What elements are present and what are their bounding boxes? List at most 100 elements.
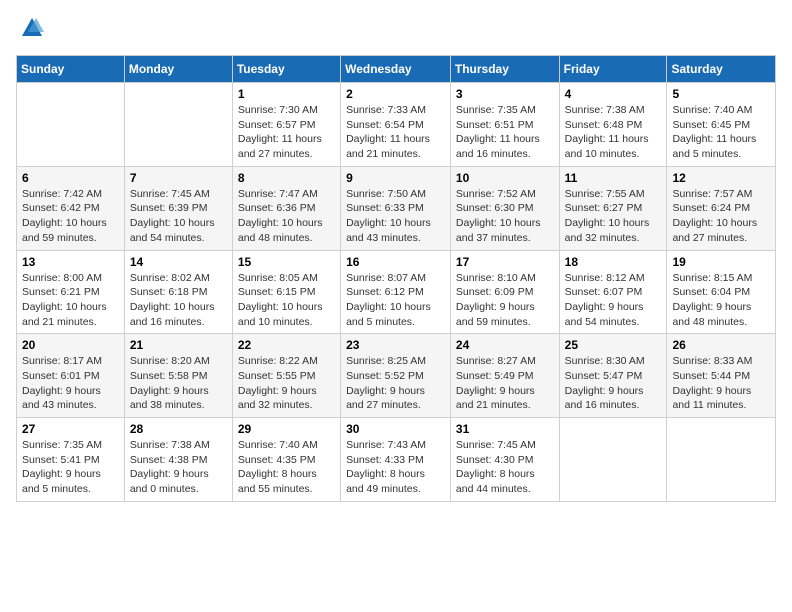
week-row-3: 13 Sunrise: 8:00 AM Sunset: 6:21 PM Dayli… (17, 250, 776, 334)
day-details: Sunrise: 8:00 AM Sunset: 6:21 PM Dayligh… (22, 271, 119, 330)
day-details: Sunrise: 8:07 AM Sunset: 6:12 PM Dayligh… (346, 271, 445, 330)
calendar-cell: 19Sunrise: 8:15 AM Sunset: 6:04 PM Dayli… (667, 250, 776, 334)
calendar-cell: 21 Sunrise: 8:20 AM Sunset: 5:58 PM Dayli… (124, 334, 232, 418)
day-number: 22 (238, 338, 335, 352)
calendar-cell: 17 Sunrise: 8:10 AM Sunset: 6:09 PM Dayli… (450, 250, 559, 334)
day-number: 5 (672, 87, 770, 101)
calendar-cell: 29 Sunrise: 7:40 AM Sunset: 4:35 PM Dayli… (232, 418, 340, 502)
logo-icon (20, 16, 44, 45)
day-details: Sunrise: 7:50 AM Sunset: 6:33 PM Dayligh… (346, 187, 445, 246)
calendar-cell: 10Sunrise: 7:52 AM Sunset: 6:30 PM Dayli… (450, 166, 559, 250)
day-details: Sunrise: 8:02 AM Sunset: 6:18 PM Dayligh… (130, 271, 227, 330)
day-number: 18 (565, 255, 662, 269)
day-details: Sunrise: 7:52 AM Sunset: 6:30 PM Dayligh… (456, 187, 554, 246)
day-details: Sunrise: 7:57 AM Sunset: 6:24 PM Dayligh… (672, 187, 770, 246)
day-number: 26 (672, 338, 770, 352)
day-details: Sunrise: 7:38 AM Sunset: 4:38 PM Dayligh… (130, 438, 227, 497)
day-details: Sunrise: 7:38 AM Sunset: 6:48 PM Dayligh… (565, 103, 662, 162)
week-row-4: 20Sunrise: 8:17 AM Sunset: 6:01 PM Dayli… (17, 334, 776, 418)
day-details: Sunrise: 8:12 AM Sunset: 6:07 PM Dayligh… (565, 271, 662, 330)
calendar-header: SundayMondayTuesdayWednesdayThursdayFrid… (17, 56, 776, 83)
calendar-cell (17, 83, 125, 167)
day-number: 31 (456, 422, 554, 436)
header-day-sunday: Sunday (17, 56, 125, 83)
day-number: 13 (22, 255, 119, 269)
day-details: Sunrise: 7:40 AM Sunset: 4:35 PM Dayligh… (238, 438, 335, 497)
week-row-5: 27 Sunrise: 7:35 AM Sunset: 5:41 PM Dayli… (17, 418, 776, 502)
day-number: 17 (456, 255, 554, 269)
header-day-tuesday: Tuesday (232, 56, 340, 83)
page-header (16, 16, 776, 45)
day-number: 29 (238, 422, 335, 436)
day-details: Sunrise: 7:45 AM Sunset: 4:30 PM Dayligh… (456, 438, 554, 497)
day-details: Sunrise: 7:40 AM Sunset: 6:45 PM Dayligh… (672, 103, 770, 162)
calendar-cell (667, 418, 776, 502)
calendar-cell: 15 Sunrise: 8:05 AM Sunset: 6:15 PM Dayli… (232, 250, 340, 334)
day-details: Sunrise: 7:45 AM Sunset: 6:39 PM Dayligh… (130, 187, 227, 246)
calendar-cell: 22 Sunrise: 8:22 AM Sunset: 5:55 PM Dayli… (232, 334, 340, 418)
calendar-body: 1 Sunrise: 7:30 AM Sunset: 6:57 PM Daylig… (17, 83, 776, 502)
day-details: Sunrise: 8:25 AM Sunset: 5:52 PM Dayligh… (346, 354, 445, 413)
day-number: 7 (130, 171, 227, 185)
day-number: 30 (346, 422, 445, 436)
calendar-cell: 26 Sunrise: 8:33 AM Sunset: 5:44 PM Dayli… (667, 334, 776, 418)
calendar-cell: 13 Sunrise: 8:00 AM Sunset: 6:21 PM Dayli… (17, 250, 125, 334)
week-row-1: 1 Sunrise: 7:30 AM Sunset: 6:57 PM Daylig… (17, 83, 776, 167)
day-details: Sunrise: 8:05 AM Sunset: 6:15 PM Dayligh… (238, 271, 335, 330)
day-details: Sunrise: 7:33 AM Sunset: 6:54 PM Dayligh… (346, 103, 445, 162)
calendar-cell: 3Sunrise: 7:35 AM Sunset: 6:51 PM Daylig… (450, 83, 559, 167)
day-number: 15 (238, 255, 335, 269)
day-details: Sunrise: 8:20 AM Sunset: 5:58 PM Dayligh… (130, 354, 227, 413)
day-details: Sunrise: 8:22 AM Sunset: 5:55 PM Dayligh… (238, 354, 335, 413)
calendar-cell: 1 Sunrise: 7:30 AM Sunset: 6:57 PM Daylig… (232, 83, 340, 167)
calendar-cell: 8 Sunrise: 7:47 AM Sunset: 6:36 PM Daylig… (232, 166, 340, 250)
day-number: 16 (346, 255, 445, 269)
calendar-cell: 9 Sunrise: 7:50 AM Sunset: 6:33 PM Daylig… (341, 166, 451, 250)
day-number: 25 (565, 338, 662, 352)
day-details: Sunrise: 8:33 AM Sunset: 5:44 PM Dayligh… (672, 354, 770, 413)
day-details: Sunrise: 8:30 AM Sunset: 5:47 PM Dayligh… (565, 354, 662, 413)
calendar-cell: 4 Sunrise: 7:38 AM Sunset: 6:48 PM Daylig… (559, 83, 667, 167)
day-details: Sunrise: 8:15 AM Sunset: 6:04 PM Dayligh… (672, 271, 770, 330)
day-number: 3 (456, 87, 554, 101)
header-row: SundayMondayTuesdayWednesdayThursdayFrid… (17, 56, 776, 83)
day-details: Sunrise: 8:10 AM Sunset: 6:09 PM Dayligh… (456, 271, 554, 330)
calendar-cell: 11 Sunrise: 7:55 AM Sunset: 6:27 PM Dayli… (559, 166, 667, 250)
calendar-cell: 14Sunrise: 8:02 AM Sunset: 6:18 PM Dayli… (124, 250, 232, 334)
day-details: Sunrise: 7:47 AM Sunset: 6:36 PM Dayligh… (238, 187, 335, 246)
day-number: 1 (238, 87, 335, 101)
calendar-cell: 2 Sunrise: 7:33 AM Sunset: 6:54 PM Daylig… (341, 83, 451, 167)
day-details: Sunrise: 7:35 AM Sunset: 5:41 PM Dayligh… (22, 438, 119, 497)
calendar-cell: 20Sunrise: 8:17 AM Sunset: 6:01 PM Dayli… (17, 334, 125, 418)
day-number: 11 (565, 171, 662, 185)
calendar-cell: 27 Sunrise: 7:35 AM Sunset: 5:41 PM Dayli… (17, 418, 125, 502)
day-number: 28 (130, 422, 227, 436)
day-details: Sunrise: 8:27 AM Sunset: 5:49 PM Dayligh… (456, 354, 554, 413)
calendar-cell: 7 Sunrise: 7:45 AM Sunset: 6:39 PM Daylig… (124, 166, 232, 250)
header-day-friday: Friday (559, 56, 667, 83)
logo (16, 16, 44, 45)
calendar-cell: 12Sunrise: 7:57 AM Sunset: 6:24 PM Dayli… (667, 166, 776, 250)
day-number: 9 (346, 171, 445, 185)
day-number: 20 (22, 338, 119, 352)
calendar-cell: 6 Sunrise: 7:42 AM Sunset: 6:42 PM Daylig… (17, 166, 125, 250)
week-row-2: 6 Sunrise: 7:42 AM Sunset: 6:42 PM Daylig… (17, 166, 776, 250)
day-details: Sunrise: 7:55 AM Sunset: 6:27 PM Dayligh… (565, 187, 662, 246)
day-details: Sunrise: 7:30 AM Sunset: 6:57 PM Dayligh… (238, 103, 335, 162)
header-day-monday: Monday (124, 56, 232, 83)
day-number: 2 (346, 87, 445, 101)
day-number: 4 (565, 87, 662, 101)
calendar-table: SundayMondayTuesdayWednesdayThursdayFrid… (16, 55, 776, 502)
calendar-cell: 24Sunrise: 8:27 AM Sunset: 5:49 PM Dayli… (450, 334, 559, 418)
day-number: 27 (22, 422, 119, 436)
calendar-cell (124, 83, 232, 167)
calendar-cell (559, 418, 667, 502)
day-number: 21 (130, 338, 227, 352)
day-number: 8 (238, 171, 335, 185)
header-day-thursday: Thursday (450, 56, 559, 83)
day-details: Sunrise: 7:42 AM Sunset: 6:42 PM Dayligh… (22, 187, 119, 246)
calendar-cell: 18 Sunrise: 8:12 AM Sunset: 6:07 PM Dayli… (559, 250, 667, 334)
calendar-cell: 16 Sunrise: 8:07 AM Sunset: 6:12 PM Dayli… (341, 250, 451, 334)
calendar-cell: 28 Sunrise: 7:38 AM Sunset: 4:38 PM Dayli… (124, 418, 232, 502)
day-number: 6 (22, 171, 119, 185)
